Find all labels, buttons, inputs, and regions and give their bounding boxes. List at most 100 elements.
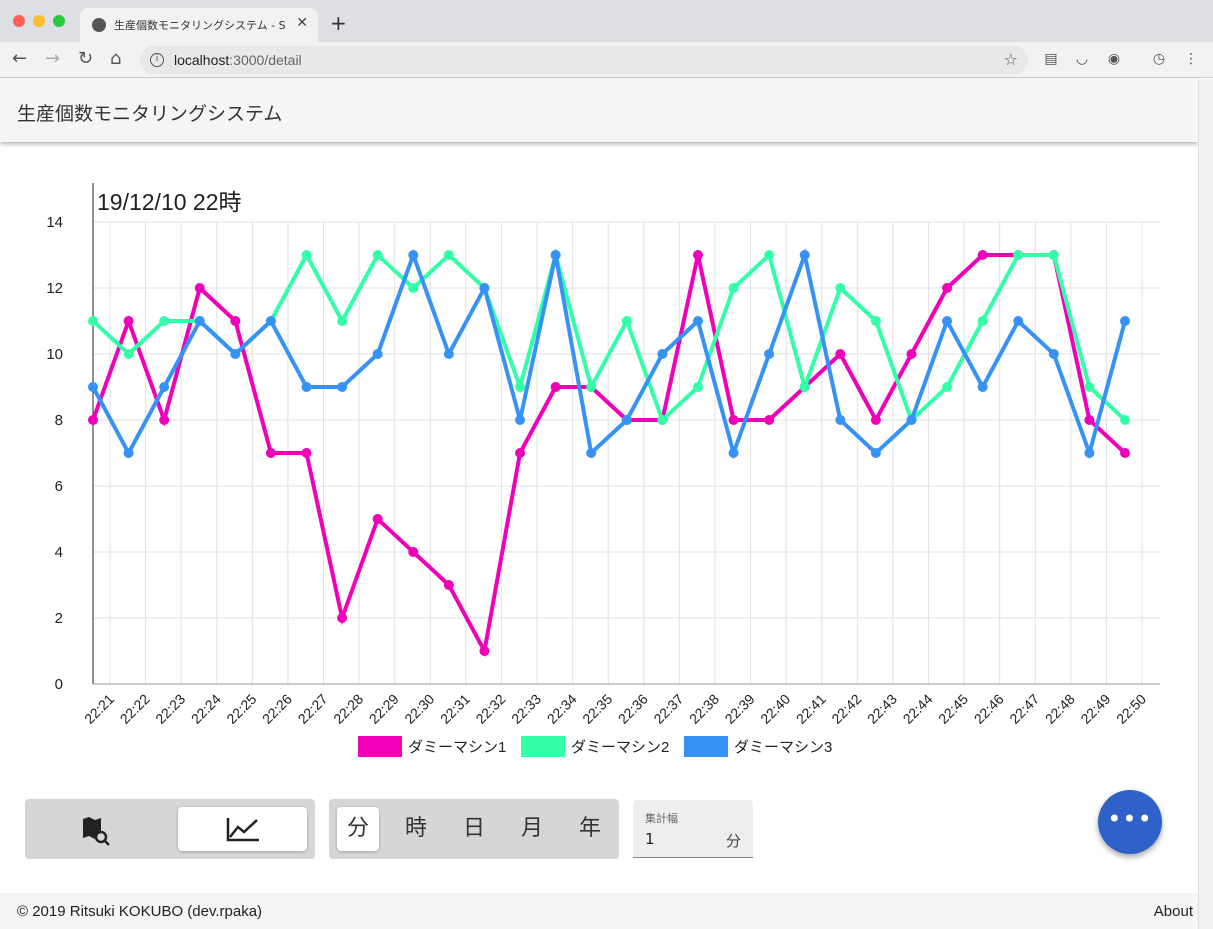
info-icon[interactable]: i (150, 53, 164, 67)
home-icon[interactable]: ⌂ (110, 48, 121, 69)
x-tick-label: 22:28 (330, 691, 366, 727)
x-tick-label: 22:25 (223, 691, 259, 727)
data-point (586, 448, 597, 458)
x-tick-label: 22:32 (472, 691, 508, 727)
aggregation-unit: 分 (725, 832, 741, 850)
data-point (372, 514, 383, 524)
data-point (301, 250, 312, 260)
timer-extension-icon[interactable]: ◷ (1150, 51, 1168, 69)
data-point (835, 349, 846, 359)
x-tick-label: 22:23 (152, 691, 188, 727)
aggregation-value[interactable]: 1 (645, 830, 655, 848)
data-point (657, 349, 668, 359)
x-tick-label: 22:33 (508, 691, 544, 727)
data-point (621, 415, 632, 425)
map-search-icon (83, 817, 110, 846)
reload-icon[interactable]: ↻ (78, 48, 93, 69)
data-point (692, 250, 703, 260)
url-path: :3000/detail (229, 52, 302, 68)
data-point (764, 250, 775, 260)
production-chart: 0 2 4 6 8 10 12 14 19/12/10 22時 22:21 22:22 22:23 22… (40, 180, 1170, 770)
maximize-window-button[interactable] (53, 15, 65, 27)
data-point (1084, 382, 1095, 392)
data-point (443, 349, 454, 359)
data-point (692, 382, 703, 392)
copyright-text: © 2019 Ritsuki KOKUBO (dev.rpaka) (17, 903, 263, 920)
bookmark-star-icon[interactable]: ☆ (1004, 50, 1018, 69)
data-point (906, 415, 917, 425)
data-point (194, 283, 205, 293)
x-tick-label: 22:40 (757, 691, 793, 727)
unit-day-button[interactable]: 日 (453, 807, 495, 851)
data-point (408, 283, 419, 293)
data-point (159, 316, 170, 326)
data-point (159, 382, 170, 392)
forward-icon[interactable]: → (45, 48, 60, 69)
legend-swatch (521, 736, 565, 757)
url-text: localhost:3000/detail (174, 52, 302, 68)
data-point (977, 382, 988, 392)
close-window-button[interactable] (13, 15, 25, 27)
data-point (515, 382, 526, 392)
legend-label: ダミーマシン3 (734, 739, 832, 756)
x-tick-label: 22:43 (864, 691, 900, 727)
line-chart: 0246810121419/12/10 22時22:21 22:22 22:23 22… (46, 183, 1160, 757)
data-point (870, 415, 881, 425)
data-point (835, 415, 846, 425)
menu-kebab-icon[interactable]: ⋮ (1182, 51, 1200, 69)
y-tick-label: 10 (46, 346, 63, 363)
x-tick-label: 22:45 (935, 691, 971, 727)
data-point (799, 382, 810, 392)
data-point (1120, 415, 1130, 425)
pocket-extension-icon[interactable]: ◡ (1073, 51, 1091, 69)
data-point (337, 613, 348, 623)
x-tick-label: 22:46 (971, 691, 1007, 727)
unit-minute-button[interactable]: 分 (337, 807, 379, 851)
y-tick-label: 6 (55, 478, 63, 495)
unit-month-button[interactable]: 月 (511, 807, 553, 851)
series-line-1 (91, 253, 1127, 657)
data-point (265, 448, 276, 458)
app-bar: 生産個数モニタリングシステム (0, 79, 1198, 142)
new-tab-button[interactable]: + (330, 11, 347, 35)
browser-tab[interactable]: 生産個数モニタリングシステム - S ✕ (80, 8, 318, 42)
globe-icon (92, 18, 106, 32)
unit-year-button[interactable]: 年 (569, 807, 611, 851)
tab-close-icon[interactable]: ✕ (296, 15, 308, 31)
data-point (515, 448, 526, 458)
reader-extension-icon[interactable]: ▤ (1042, 51, 1060, 69)
x-tick-label: 22:36 (615, 691, 651, 727)
more-actions-button[interactable]: ••• (1098, 790, 1162, 854)
data-point (265, 316, 276, 326)
data-point (1048, 250, 1059, 260)
minimize-window-button[interactable] (33, 15, 45, 27)
map-view-button[interactable] (33, 807, 163, 851)
aggregation-width-field[interactable]: 集計幅 1 分 (633, 800, 753, 858)
x-tick-label: 22:34 (544, 691, 580, 727)
data-point (764, 349, 775, 359)
data-point (159, 415, 170, 425)
data-point (479, 646, 490, 656)
x-tick-label: 22:38 (686, 691, 722, 727)
y-tick-label: 0 (55, 676, 63, 693)
chart-view-button[interactable] (178, 807, 307, 851)
line-chart-icon (226, 818, 259, 842)
password-extension-icon[interactable]: ◉ (1105, 51, 1123, 69)
data-point (337, 316, 348, 326)
x-tick-label: 22:37 (650, 691, 686, 727)
x-tick-label: 22:29 (366, 691, 402, 727)
address-bar[interactable]: i localhost:3000/detail ☆ (140, 46, 1028, 74)
x-tick-label: 22:30 (401, 691, 437, 727)
data-point (88, 316, 98, 326)
x-tick-label: 22:50 (1113, 691, 1149, 727)
back-icon[interactable]: ← (12, 48, 27, 69)
unit-hour-button[interactable]: 時 (395, 807, 437, 851)
data-point (586, 382, 597, 392)
page-scrollbar[interactable] (1198, 79, 1213, 929)
browser-tabstrip: 生産個数モニタリングシステム - S ✕ + (0, 0, 1213, 42)
data-point (692, 316, 703, 326)
data-point (479, 283, 490, 293)
y-tick-label: 12 (46, 280, 63, 297)
about-link[interactable]: About (1154, 903, 1193, 920)
legend-label: ダミーマシン2 (571, 739, 669, 756)
